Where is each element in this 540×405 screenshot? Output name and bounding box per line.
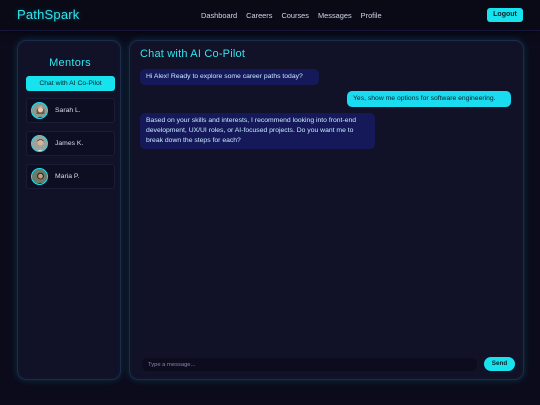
user-message: Yes, show me options for software engine… [347, 91, 511, 107]
send-button[interactable]: Send [484, 357, 515, 371]
top-navbar: PathSpark Dashboard Careers Courses Mess… [0, 0, 540, 31]
mentors-sidebar: Mentors Chat with AI Co-Pilot Sarah L. J… [17, 40, 121, 380]
mentor-name: James K. [55, 140, 84, 147]
mentor-name: Maria P. [55, 173, 80, 180]
chat-title: Chat with AI Co-Pilot [140, 48, 246, 60]
mentor-item-sarah[interactable]: Sarah L. [26, 98, 115, 123]
mentor-item-james[interactable]: James K. [26, 131, 115, 156]
ai-message: Based on your skills and interests, I re… [140, 113, 375, 149]
chat-ai-copilot-button[interactable]: Chat with AI Co-Pilot [26, 76, 115, 91]
message-input[interactable] [142, 358, 477, 371]
mentor-name: Sarah L. [55, 107, 81, 114]
avatar [31, 135, 48, 152]
mentor-item-maria[interactable]: Maria P. [26, 164, 115, 189]
sidebar-title: Mentors [49, 57, 91, 69]
ai-message: Hi Alex! Ready to explore some career pa… [140, 69, 319, 85]
nav-messages[interactable]: Messages [318, 11, 352, 20]
logout-button[interactable]: Logout [487, 8, 523, 22]
chat-panel: Chat with AI Co-Pilot Hi Alex! Ready to … [129, 40, 524, 380]
nav-dashboard[interactable]: Dashboard [201, 11, 237, 20]
brand-logo[interactable]: PathSpark [17, 7, 80, 22]
avatar [31, 102, 48, 119]
nav-careers[interactable]: Careers [246, 11, 272, 20]
nav-profile[interactable]: Profile [361, 11, 382, 20]
main-nav: Dashboard Careers Courses Messages Profi… [201, 11, 382, 20]
nav-courses[interactable]: Courses [281, 11, 309, 20]
avatar [31, 168, 48, 185]
